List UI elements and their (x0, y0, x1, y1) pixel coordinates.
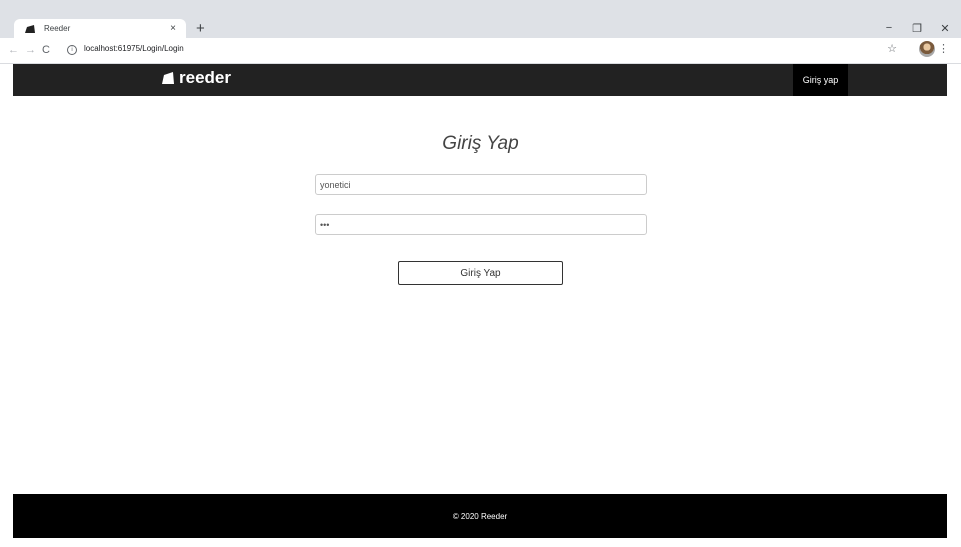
site-header: reeder Giriş yap (13, 64, 947, 96)
brand-link[interactable]: reeder (161, 68, 231, 88)
copyright-text: © 2020 Reeder (452, 511, 508, 521)
address-bar[interactable]: localhost:61975/Login/Login (84, 44, 184, 53)
password-input[interactable] (315, 214, 647, 235)
browser-tab-bar: Reeder × + − ❐ ✕ (0, 0, 961, 38)
tab-title: Reeder (44, 24, 71, 33)
browser-menu-icon[interactable]: ⋮ (938, 42, 949, 55)
page-title: Giriş Yap (442, 133, 519, 154)
site-footer: © 2020 Reeder (13, 494, 947, 538)
username-input[interactable] (315, 174, 647, 195)
restore-icon[interactable]: ❐ (911, 22, 923, 35)
browser-tab[interactable]: Reeder × (14, 19, 186, 38)
brand-name: reeder (179, 68, 231, 87)
reeder-logo-icon (161, 71, 175, 85)
forward-icon[interactable]: → (25, 43, 36, 57)
window-controls: − ❐ ✕ (883, 22, 951, 35)
new-tab-button[interactable]: + (196, 19, 205, 38)
reload-icon[interactable]: C (42, 43, 50, 57)
login-submit-button[interactable]: Giriş Yap (398, 261, 563, 285)
browser-toolbar: ← → C i localhost:61975/Login/Login ☆ ⋮ (0, 38, 961, 64)
bookmark-star-icon[interactable]: ☆ (887, 42, 897, 55)
back-icon[interactable]: ← (8, 43, 19, 57)
profile-avatar[interactable] (919, 41, 935, 57)
close-window-icon[interactable]: ✕ (939, 22, 951, 35)
tab-close-icon[interactable]: × (170, 23, 176, 34)
nav-login-link[interactable]: Giriş yap (793, 64, 848, 96)
minimize-icon[interactable]: − (883, 22, 895, 35)
reeder-favicon-icon (24, 23, 38, 35)
site-info-icon[interactable]: i (67, 45, 77, 55)
